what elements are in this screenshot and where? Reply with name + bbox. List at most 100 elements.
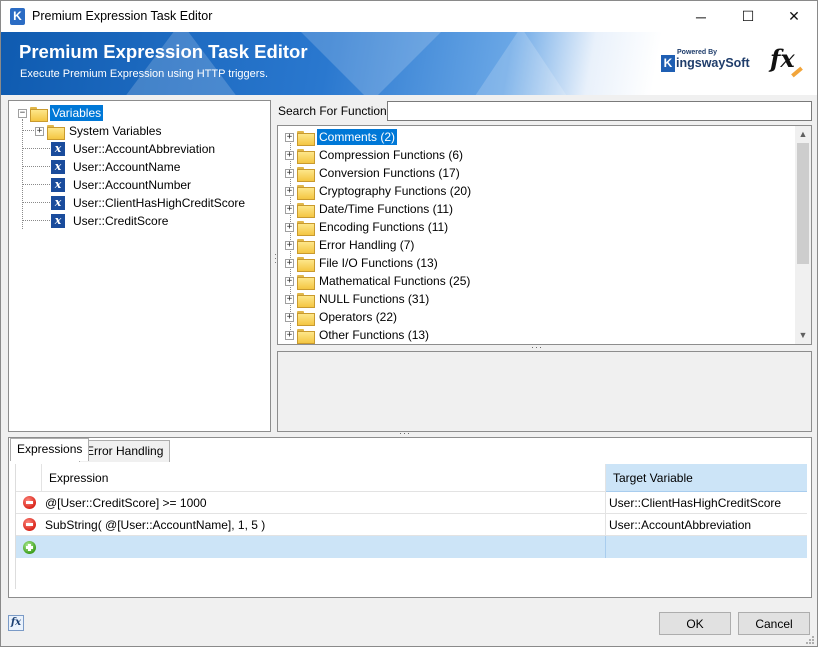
tree-node-variable[interactable]: x User::AccountNumber	[51, 176, 193, 194]
function-category[interactable]: + Comments (2)	[285, 128, 398, 146]
folder-icon	[297, 130, 315, 146]
banner-decoration	[471, 32, 571, 95]
new-expression-cell[interactable]	[42, 536, 606, 558]
search-function-input[interactable]	[387, 101, 812, 121]
function-category-label: Error Handling (7)	[319, 238, 415, 252]
functions-scrollbar[interactable]: ▲ ▼	[795, 126, 811, 344]
function-category[interactable]: + Compression Functions (6)	[285, 146, 465, 164]
add-row-icon[interactable]	[22, 540, 36, 554]
variable-icon: x	[51, 178, 65, 192]
function-category[interactable]: + Date/Time Functions (11)	[285, 200, 455, 218]
remove-row-icon[interactable]	[22, 496, 36, 509]
tree-line	[22, 202, 50, 203]
expand-icon[interactable]: +	[285, 222, 294, 232]
expand-icon[interactable]: +	[285, 150, 294, 160]
tree-node-label: User::ClientHasHighCreditScore	[73, 196, 246, 210]
function-category[interactable]: + Cryptography Functions (20)	[285, 182, 473, 200]
expressions-grid: Expression Target Variable @[User::Credi…	[15, 464, 807, 589]
tree-node-variable[interactable]: x User::ClientHasHighCreditScore	[51, 194, 247, 212]
variable-icon: x	[51, 214, 65, 228]
target-variable-cell[interactable]: User::AccountAbbreviation	[606, 514, 807, 536]
folder-open-icon	[30, 106, 48, 122]
scroll-down-icon[interactable]: ▼	[795, 327, 811, 344]
expand-icon[interactable]: +	[285, 276, 294, 286]
maximize-button[interactable]: ☐	[725, 1, 771, 32]
new-row[interactable]	[16, 536, 807, 558]
expand-icon[interactable]: +	[285, 186, 294, 196]
tree-line	[22, 119, 23, 229]
tab-error-handling[interactable]: Error Handling	[79, 440, 171, 462]
new-target-variable-cell[interactable]	[606, 536, 807, 558]
row-header-corner	[16, 464, 42, 492]
tree-line	[22, 130, 36, 131]
expand-icon[interactable]: +	[285, 258, 294, 268]
expression-cell[interactable]: @[User::CreditScore] >= 1000	[42, 491, 606, 514]
window-title: Premium Expression Task Editor	[32, 9, 213, 23]
function-category[interactable]: + Mathematical Functions (25)	[285, 272, 472, 290]
function-category[interactable]: + Other Functions (13)	[285, 326, 431, 344]
table-row[interactable]: @[User::CreditScore] >= 1000 User::Clien…	[16, 491, 807, 514]
function-category[interactable]: + Conversion Functions (17)	[285, 164, 462, 182]
function-category[interactable]: + Error Handling (7)	[285, 236, 416, 254]
expand-icon[interactable]: +	[285, 330, 294, 340]
expression-cell[interactable]: SubString( @[User::AccountName], 1, 5 )	[42, 513, 606, 536]
function-category[interactable]: + Operators (22)	[285, 308, 399, 326]
expand-icon[interactable]: +	[285, 294, 294, 304]
fx-logo-icon: fx	[770, 44, 795, 73]
function-category[interactable]: + NULL Functions (31)	[285, 290, 431, 308]
function-category-label: Conversion Functions (17)	[319, 166, 460, 180]
folder-icon	[297, 292, 315, 308]
tree-node-variable[interactable]: x User::AccountName	[51, 158, 182, 176]
expand-icon[interactable]: +	[285, 168, 294, 178]
folder-icon	[297, 202, 315, 218]
variables-tree[interactable]: − Variables + System Variables x User::A…	[8, 100, 271, 432]
tree-node-label: User::AccountAbbreviation	[73, 142, 216, 156]
column-header-expression[interactable]: Expression	[42, 464, 606, 492]
close-button[interactable]: ✕	[771, 1, 817, 32]
tree-node-variable[interactable]: x User::CreditScore	[51, 212, 170, 230]
scroll-up-icon[interactable]: ▲	[795, 126, 811, 143]
function-category-label: NULL Functions (31)	[319, 292, 430, 306]
folder-icon	[297, 184, 315, 200]
function-category-label: Operators (22)	[319, 310, 398, 324]
expand-icon[interactable]: +	[285, 132, 294, 142]
tree-node-system-variables[interactable]: + System Variables	[35, 122, 163, 140]
grid-header: Expression Target Variable	[16, 464, 807, 492]
functions-tree[interactable]: + Comments (2) + Compression Functions (…	[277, 125, 812, 345]
tree-line	[22, 184, 50, 185]
folder-icon	[297, 274, 315, 290]
folder-icon	[297, 256, 315, 272]
tree-node-variables[interactable]: − Variables	[18, 104, 104, 122]
tree-node-variable[interactable]: x User::AccountAbbreviation	[51, 140, 217, 158]
logo-powered-by: Powered By	[677, 49, 718, 56]
function-category[interactable]: + Encoding Functions (11)	[285, 218, 450, 236]
tree-node-label: User::CreditScore	[73, 214, 169, 228]
folder-icon	[297, 166, 315, 182]
expand-icon[interactable]: +	[285, 240, 294, 250]
cancel-button[interactable]: Cancel	[738, 612, 810, 635]
collapse-icon[interactable]: −	[18, 108, 27, 118]
resize-grip-icon[interactable]	[804, 634, 815, 645]
function-category-label: Compression Functions (6)	[319, 148, 464, 162]
expand-icon[interactable]: +	[285, 204, 294, 214]
variable-icon: x	[51, 160, 65, 174]
logo-k-icon: K	[661, 55, 675, 72]
folder-icon	[47, 124, 65, 140]
header-banner: Premium Expression Task Editor Execute P…	[1, 32, 817, 95]
function-category-label: Comments (2)	[317, 129, 398, 145]
minimize-button[interactable]: ─	[678, 1, 724, 32]
fx-icon[interactable]: fx	[8, 615, 24, 631]
column-header-target-variable[interactable]: Target Variable	[606, 464, 807, 492]
scroll-thumb[interactable]	[797, 143, 809, 264]
table-row[interactable]: SubString( @[User::AccountName], 1, 5 ) …	[16, 513, 807, 536]
function-category-label: Other Functions (13)	[319, 328, 430, 342]
target-variable-cell[interactable]: User::ClientHasHighCreditScore	[606, 492, 807, 514]
ok-button[interactable]: OK	[659, 612, 731, 635]
tab-expressions[interactable]: Expressions	[10, 438, 90, 461]
remove-row-icon[interactable]	[22, 518, 36, 531]
expand-icon[interactable]: +	[35, 126, 44, 136]
folder-icon	[297, 148, 315, 164]
banner-decoration	[301, 32, 441, 95]
expand-icon[interactable]: +	[285, 312, 294, 322]
function-category[interactable]: + File I/O Functions (13)	[285, 254, 440, 272]
